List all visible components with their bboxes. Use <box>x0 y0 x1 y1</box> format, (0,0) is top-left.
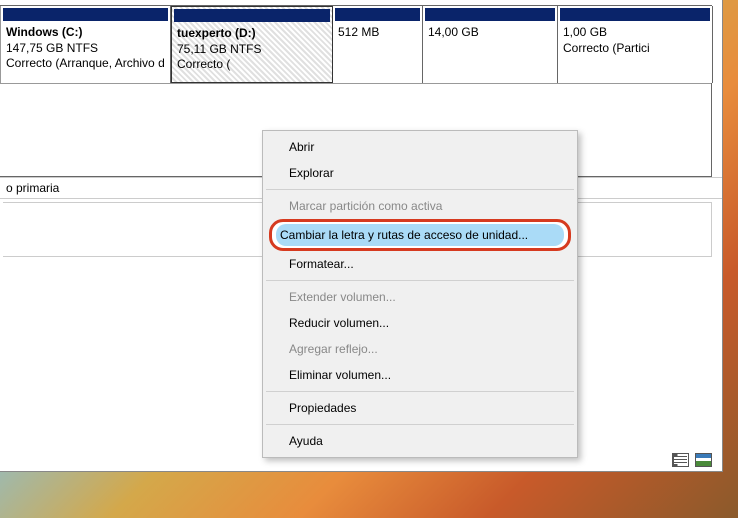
partition-colorbar <box>174 9 330 22</box>
partition-size: 14,00 GB <box>425 25 555 41</box>
partition-size: 75,11 GB NTFS <box>174 42 330 58</box>
partition-status: Correcto ( <box>174 57 330 73</box>
partition-size: 147,75 GB NTFS <box>3 41 168 57</box>
partition-block[interactable]: Windows (C:)147,75 GB NTFSCorrecto (Arra… <box>1 6 171 83</box>
menu-item: Agregar reflejo... <box>265 336 575 362</box>
menu-item[interactable]: Explorar <box>265 160 575 186</box>
partition-block[interactable]: tuexperto (D:)75,11 GB NTFSCorrecto ( <box>171 6 333 83</box>
partition-name: Windows (C:) <box>3 25 168 41</box>
partition-name: tuexperto (D:) <box>174 26 330 42</box>
context-menu: AbrirExplorar Marcar partición como activ… <box>262 130 578 458</box>
partition-colorbar <box>425 8 555 21</box>
menu-item[interactable]: Ayuda <box>265 428 575 454</box>
partition-status: Correcto (Partici <box>560 41 710 57</box>
menu-item: Extender volumen... <box>265 284 575 310</box>
menu-item[interactable]: Reducir volumen... <box>265 310 575 336</box>
status-text: o primaria <box>6 181 59 195</box>
menu-item: Marcar partición como activa <box>265 193 575 219</box>
menu-item[interactable]: Propiedades <box>265 395 575 421</box>
view-icons <box>672 453 712 467</box>
detail-view-icon[interactable] <box>695 453 712 467</box>
partition-status: Correcto (Arranque, Archivo d <box>3 56 168 72</box>
menu-item[interactable]: Cambiar la letra y rutas de acceso de un… <box>269 219 571 251</box>
menu-item[interactable]: Formatear... <box>265 251 575 277</box>
partition-colorbar <box>335 8 420 21</box>
partition-colorbar <box>560 8 710 21</box>
list-view-icon[interactable] <box>672 453 689 467</box>
partition-size: 512 MB <box>335 25 420 41</box>
partition-block[interactable]: 1,00 GBCorrecto (Partici <box>558 6 713 83</box>
partition-row: Windows (C:)147,75 GB NTFSCorrecto (Arra… <box>0 6 711 84</box>
partition-size: 1,00 GB <box>560 25 710 41</box>
menu-item[interactable]: Abrir <box>265 134 575 160</box>
partition-block[interactable]: 512 MB <box>333 6 423 83</box>
menu-item[interactable]: Eliminar volumen... <box>265 362 575 388</box>
partition-colorbar <box>3 8 168 21</box>
menu-separator <box>266 189 574 190</box>
partition-block[interactable]: 14,00 GB <box>423 6 558 83</box>
menu-separator <box>266 280 574 281</box>
menu-separator <box>266 424 574 425</box>
menu-separator <box>266 391 574 392</box>
